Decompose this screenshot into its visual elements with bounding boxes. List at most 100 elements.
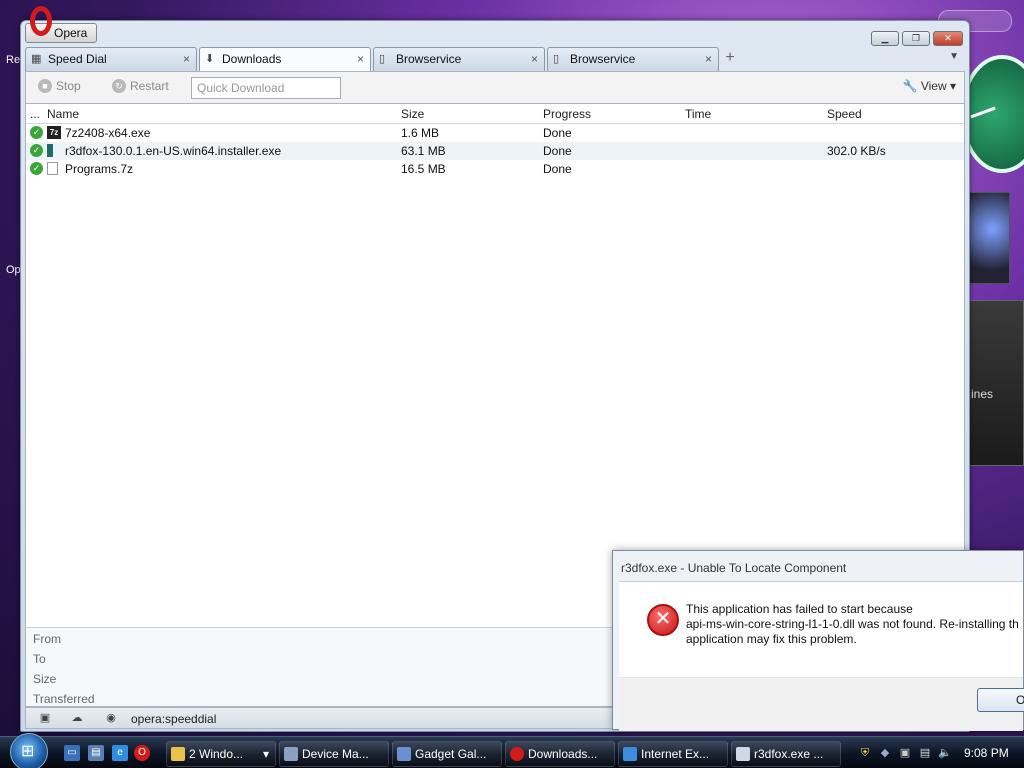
chevron-down-icon: ▾ — [949, 79, 956, 93]
close-icon[interactable]: × — [705, 48, 712, 70]
tab-bar: ▦ Speed Dial × ⬇ Downloads × ▯ Browservi… — [25, 47, 965, 71]
taskbar-label: Internet Ex... — [641, 747, 710, 761]
show-desktop-icon[interactable]: ▭ — [64, 745, 80, 761]
error-dialog: r3dfox.exe - Unable To Locate Component … — [612, 550, 1024, 731]
opera-icon[interactable]: O — [134, 745, 150, 761]
chevron-down-icon: ▾ — [262, 747, 269, 761]
start-button[interactable] — [10, 733, 48, 768]
taskbar-button-opera-downloads[interactable]: Downloads... — [505, 741, 615, 767]
table-row[interactable]: ✓ Programs.7z 16.5 MB Done — [26, 160, 964, 178]
window-title: Opera — [54, 26, 88, 40]
downloads-list: ... Name Size Progress Time Speed ✓ 7z 7… — [25, 103, 965, 627]
detail-from-label: From — [33, 632, 61, 646]
network-status-icon[interactable]: ▤ — [918, 746, 932, 760]
tab-downloads[interactable]: ⬇ Downloads × — [199, 47, 371, 71]
device-manager-icon — [284, 747, 298, 761]
opera-icon — [510, 747, 524, 761]
minimize-button[interactable]: ▁ — [871, 31, 899, 46]
maximize-button[interactable]: ❐ — [902, 31, 930, 46]
document-file-icon — [47, 162, 58, 175]
file-progress: Done — [543, 144, 572, 158]
taskbar-label: Device Ma... — [302, 747, 369, 761]
taskbar-label: 2 Windo... — [189, 747, 244, 761]
taskbar-button-device-manager[interactable]: Device Ma... — [279, 741, 389, 767]
taskbar-button-r3dfox[interactable]: r3dfox.exe ... — [731, 741, 841, 767]
desktop-icon-label[interactable]: Re — [6, 54, 20, 66]
table-row[interactable]: ✓ 7z 7z2408-x64.exe 1.6 MB Done — [26, 124, 964, 142]
table-row[interactable]: ✓ r3dfox-130.0.1.en-US.win64.installer.e… — [26, 142, 964, 160]
desktop-left-icons: Re Op — [0, 0, 22, 740]
ok-button[interactable]: Ol — [977, 688, 1024, 712]
detail-to-label: To — [33, 652, 46, 666]
taskbar-button-internet-explorer[interactable]: Internet Ex... — [618, 741, 728, 767]
installer-file-icon — [47, 144, 53, 157]
restart-label: Restart — [130, 79, 169, 93]
close-icon[interactable]: × — [183, 48, 190, 70]
panel-toggle-icon[interactable]: ▣ — [38, 712, 52, 724]
tab-menu-chevron-icon[interactable]: ▼ — [949, 51, 959, 62]
file-size: 16.5 MB — [401, 162, 446, 176]
tab-browservice-1[interactable]: ▯ Browservice × — [373, 47, 545, 71]
opera-logo-icon — [30, 6, 52, 36]
opera-menu-button[interactable]: Opera — [25, 6, 97, 43]
7z-file-icon: 7z — [47, 126, 61, 139]
ie-icon[interactable]: e — [112, 745, 128, 761]
new-tab-button[interactable]: + — [721, 47, 739, 69]
taskbar-label: Downloads... — [528, 747, 598, 761]
cloud-icon[interactable]: ☁ — [70, 712, 84, 724]
taskbar-label: r3dfox.exe ... — [754, 747, 824, 761]
app-window-icon — [736, 747, 750, 761]
column-header-size[interactable]: Size — [401, 107, 424, 121]
stop-button[interactable]: ■ Stop — [38, 79, 81, 93]
volume-icon[interactable]: 🔈 — [938, 746, 952, 760]
grid-icon: ▦ — [31, 53, 42, 65]
downloads-toolbar: ■ Stop ↻ Restart 🔧 View ▾ — [25, 71, 965, 103]
tab-speed-dial[interactable]: ▦ Speed Dial × — [25, 47, 197, 71]
check-icon: ✓ — [30, 144, 43, 157]
taskbar: ▭ ▤ e O 2 Windo... ▾ Device Ma... Gadget… — [0, 733, 1024, 768]
stop-icon: ■ — [38, 79, 52, 93]
column-menu-button[interactable]: ... — [30, 107, 40, 121]
close-icon[interactable]: × — [357, 48, 364, 70]
slideshow-gadget — [966, 192, 1010, 284]
desktop-icon-label[interactable]: Op — [6, 264, 21, 276]
clock-time[interactable]: 9:08 PM — [964, 746, 1009, 760]
switch-windows-icon[interactable]: ▤ — [88, 745, 104, 761]
restart-icon: ↻ — [112, 79, 126, 93]
quick-download-input[interactable] — [191, 77, 341, 99]
shield-icon[interactable]: ⛨ — [858, 746, 872, 760]
network-icon[interactable]: ▣ — [898, 746, 912, 760]
taskbar-button-gadget-gallery[interactable]: Gadget Gal... — [392, 741, 502, 767]
column-header-progress[interactable]: Progress — [543, 107, 591, 121]
dialog-message: This application has failed to start bec… — [686, 602, 1019, 646]
folder-icon — [171, 747, 185, 761]
window-controls: ▁ ❐ ✕ — [871, 31, 963, 46]
close-button[interactable]: ✕ — [933, 31, 963, 46]
wrench-icon: 🔧 — [902, 79, 918, 93]
dialog-footer: Ol — [619, 677, 1024, 731]
security-icon[interactable]: ◆ — [878, 746, 892, 760]
file-name: 7z2408-x64.exe — [65, 126, 151, 140]
column-header-name[interactable]: Name — [47, 107, 79, 121]
file-name: Programs.7z — [65, 162, 134, 176]
restart-button[interactable]: ↻ Restart — [112, 79, 169, 93]
gadget-icon — [397, 747, 411, 761]
file-name: r3dfox-130.0.1.en-US.win64.installer.exe — [65, 144, 282, 158]
close-icon[interactable]: × — [531, 48, 538, 70]
check-icon: ✓ — [30, 126, 43, 139]
stop-label: Stop — [56, 79, 81, 93]
detail-size-label: Size — [33, 672, 57, 686]
taskbar-button-windows-explorer[interactable]: 2 Windo... ▾ — [166, 741, 276, 767]
view-menu-button[interactable]: 🔧 View ▾ — [903, 79, 956, 93]
speed-dial-icon[interactable]: ◉ — [104, 712, 118, 724]
column-header-speed[interactable]: Speed — [827, 107, 862, 121]
tab-browservice-2[interactable]: ▯ Browservice × — [547, 47, 719, 71]
ie-icon — [623, 747, 637, 761]
dialog-title: r3dfox.exe - Unable To Locate Component — [621, 561, 847, 575]
file-speed: 302.0 KB/s — [827, 144, 886, 158]
column-header-time[interactable]: Time — [685, 107, 711, 121]
file-size: 63.1 MB — [401, 144, 446, 158]
dialog-body: ✕ This application has failed to start b… — [619, 581, 1023, 677]
taskbar-label: Gadget Gal... — [415, 747, 487, 761]
tab-label: Speed Dial — [48, 52, 107, 66]
